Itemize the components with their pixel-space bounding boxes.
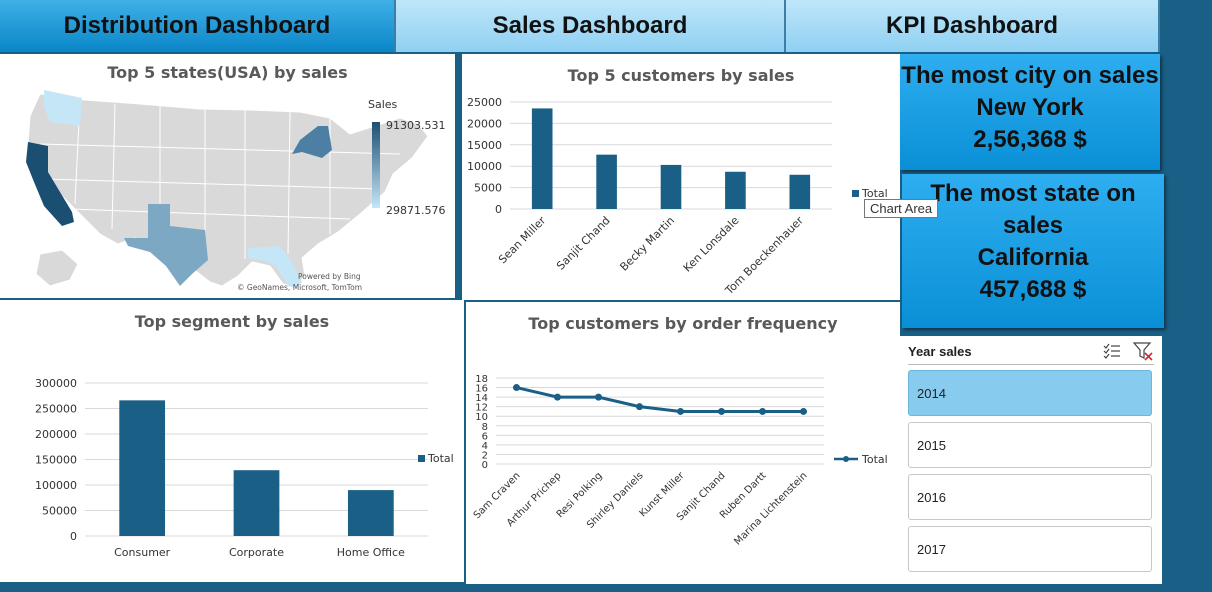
x-tick-label: Sanjit Chand xyxy=(554,214,613,273)
tab-sales-dashboard[interactable]: Sales Dashboard xyxy=(396,0,786,52)
y-tick-label: 12 xyxy=(475,403,488,414)
bar xyxy=(660,164,682,209)
x-tick-label: Becky Martin xyxy=(617,214,677,274)
y-tick-label: 50000 xyxy=(42,505,77,518)
kpi-state-title-line2: sales xyxy=(1002,212,1064,239)
y-tick-label: 200000 xyxy=(35,428,77,441)
map-credit-sources: © GeoNames, Microsoft, TomTom xyxy=(237,283,362,292)
usa-map: Sales 91303.531 29871.576 Powered by Bin… xyxy=(26,90,446,292)
map-legend-max: 91303.531 xyxy=(386,119,446,132)
map-credit-bing: Powered by Bing xyxy=(298,272,361,281)
y-tick-label: 6 xyxy=(482,431,488,442)
kpi-city-value: 2,56,368 $ xyxy=(973,126,1087,153)
top-customers-chart-panel[interactable]: Top 5 customers by sales 0 5000 10000 15000… xyxy=(462,54,900,300)
alaska-shape xyxy=(35,249,79,287)
order-frequency-line-chart: 024681012141618Sam CravenArthur PrichepR… xyxy=(472,374,888,548)
y-tick-label: 100000 xyxy=(35,479,77,492)
legend-swatch xyxy=(852,190,859,197)
legend-marker xyxy=(843,456,849,462)
data-point xyxy=(595,393,602,401)
y-tick-label: 0 xyxy=(70,530,77,543)
tab-distribution-dashboard[interactable]: Distribution Dashboard xyxy=(0,0,396,52)
y-tick-label: 14 xyxy=(475,393,488,404)
chart-area-tooltip: Chart Area xyxy=(864,199,939,218)
y-tick-label: 150000 xyxy=(35,454,77,467)
slicer-item-2014[interactable]: 2014 xyxy=(908,370,1152,416)
slicer-divider xyxy=(908,364,1154,365)
segment-chart-panel[interactable]: Top segment by sales 0 50000 100000 150000 2… xyxy=(0,300,464,582)
y-tick-label: 4 xyxy=(482,441,488,452)
kpi-card-state: The most state on sales California 457,6… xyxy=(902,174,1164,328)
y-tick-label: 300000 xyxy=(35,377,77,390)
legend-label: Total xyxy=(427,452,454,465)
y-tick-label: 10000 xyxy=(467,160,502,173)
data-point xyxy=(677,407,684,415)
x-tick-label: Corporate xyxy=(229,546,284,559)
map-legend-title: Sales xyxy=(368,98,398,111)
data-point xyxy=(718,407,725,415)
bar xyxy=(347,490,394,536)
slicer-item-2017[interactable]: 2017 xyxy=(908,526,1152,572)
tab-kpi-dashboard[interactable]: KPI Dashboard xyxy=(786,0,1160,52)
x-tick-label: Ken Lonsdale xyxy=(681,214,742,275)
x-tick-label: Marina Lichtenstein xyxy=(732,470,809,547)
top-customers-bar-chart: 0 5000 10000 15000 20000 25000 Sean Miller Sanj… xyxy=(467,96,888,298)
multi-select-icon[interactable] xyxy=(1102,342,1122,360)
data-point xyxy=(800,407,807,415)
y-tick-label: 10 xyxy=(475,412,488,423)
map-legend-gradient xyxy=(372,122,380,208)
kpi-state-value: 457,688 $ xyxy=(979,276,1087,303)
y-tick-label: 15000 xyxy=(467,139,502,152)
kpi-state-name: California xyxy=(977,244,1089,271)
kpi-state-title-line1: The most state on xyxy=(930,180,1136,207)
y-tick-label: 16 xyxy=(475,384,488,395)
data-point xyxy=(759,407,766,415)
y-tick-label: 5000 xyxy=(474,182,502,195)
bar xyxy=(531,108,553,209)
slicer-item-2015[interactable]: 2015 xyxy=(908,422,1152,468)
y-tick-label: 18 xyxy=(475,374,488,385)
slicer-title: Year sales xyxy=(908,344,972,359)
bar xyxy=(596,154,617,209)
segment-bar-chart: 0 50000 100000 150000 200000 250000 300000 Cons… xyxy=(35,377,454,559)
x-tick-label: Consumer xyxy=(114,546,171,559)
legend-swatch xyxy=(418,455,425,462)
kpi-city-title: The most city on sales xyxy=(901,62,1159,89)
legend-label: Total xyxy=(861,453,888,466)
data-point xyxy=(636,403,643,411)
bar xyxy=(725,171,746,209)
slicer-item-2016[interactable]: 2016 xyxy=(908,474,1152,520)
kpi-card-city: The most city on sales New York 2,56,368… xyxy=(900,54,1160,170)
x-tick-label: Sean Miller xyxy=(496,214,549,267)
usa-base-shape xyxy=(27,93,429,287)
bar xyxy=(789,174,811,209)
map-legend-min: 29871.576 xyxy=(386,204,446,217)
order-frequency-chart-panel[interactable]: Top customers by order frequency 0 2 4 6 8 10… xyxy=(466,302,900,584)
map-chart-panel[interactable]: Top 5 states(USA) by sales Sales 91303.5… xyxy=(0,54,455,298)
bar xyxy=(119,400,166,536)
clear-filter-icon[interactable] xyxy=(1132,341,1154,361)
y-tick-label: 250000 xyxy=(35,403,77,416)
y-tick-label: 20000 xyxy=(467,117,502,130)
y-tick-label: 0 xyxy=(482,460,488,471)
y-tick-label: 0 xyxy=(495,203,502,216)
state-washington xyxy=(44,90,82,126)
bar xyxy=(233,470,280,536)
y-tick-label: 25000 xyxy=(467,96,502,109)
data-point xyxy=(513,384,520,392)
data-point xyxy=(554,393,561,401)
x-tick-label: Home Office xyxy=(337,546,405,559)
y-tick-label: 2 xyxy=(482,450,488,461)
kpi-city-name: New York xyxy=(976,94,1084,121)
year-sales-slicer[interactable]: Year sales 2014 2015 2016 2017 xyxy=(900,336,1162,584)
y-tick-label: 8 xyxy=(482,422,488,433)
